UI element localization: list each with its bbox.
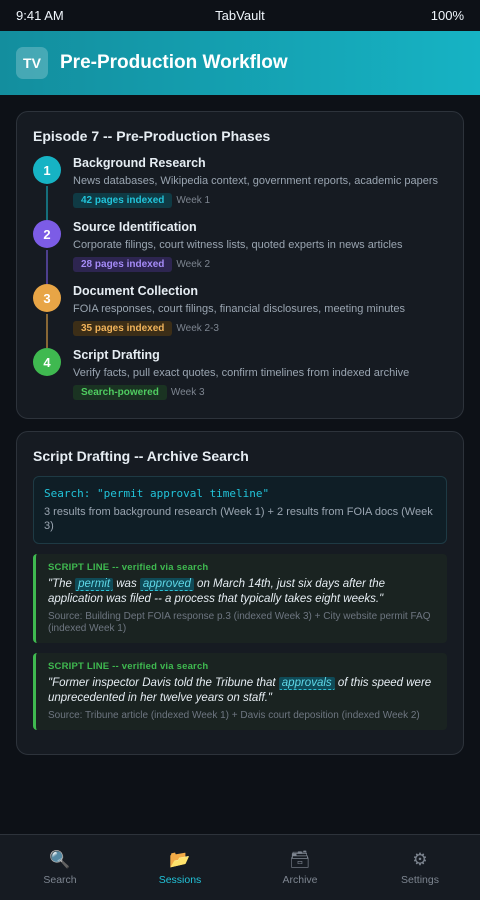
phases-card-title: Episode 7 -- Pre-Production Phases — [33, 128, 271, 144]
phase-number: 3 — [33, 284, 61, 312]
phase-item[interactable]: 4 Script Drafting Verify facts, pull exact… — [33, 348, 447, 404]
timeline-connector — [46, 250, 48, 284]
script-quote: "The permit was approved on March 14th, … — [48, 577, 435, 607]
phase-meta: 42 pages indexed Week 1 — [73, 193, 447, 208]
archive-search-card: Script Drafting -- Archive Search Search… — [16, 431, 464, 755]
phase-list: 1 Background Research News databases, Wiki… — [33, 156, 447, 404]
phase-number: 4 — [33, 348, 61, 376]
pages-indexed-badge: 28 pages indexed — [73, 257, 173, 272]
search-term-highlight: approved — [139, 578, 194, 591]
phase-body: Source Identification Corporate filings, … — [73, 220, 447, 272]
phase-item[interactable]: 1 Background Research News databases, Wiki… — [33, 156, 447, 220]
status-app-title: TabVault — [215, 8, 265, 23]
script-line-label: SCRIPT LINE -- verified via search — [48, 562, 209, 573]
timeline-connector — [46, 186, 48, 220]
phase-meta: 28 pages indexed Week 2 — [73, 257, 447, 272]
status-time: 9:41 AM — [16, 8, 64, 23]
app-logo: TV — [16, 47, 48, 79]
pages-indexed-badge: 42 pages indexed — [73, 193, 173, 208]
app-header: TV Pre-Production Workflow — [0, 31, 480, 95]
status-bar: 9:41 AM TabVault 100% — [0, 0, 480, 31]
phase-title: Background Research — [73, 156, 206, 170]
phase-marker: 3 — [33, 284, 61, 348]
phase-title: Document Collection — [73, 284, 199, 298]
phase-description: Verify facts, pull exact quotes, confirm… — [73, 367, 410, 379]
phase-body: Document Collection FOIA responses, court… — [73, 284, 447, 336]
script-quote: "Former inspector Davis told the Tribune… — [48, 676, 435, 706]
archive-search-title: Script Drafting -- Archive Search — [33, 448, 249, 464]
nav-label: Archive — [282, 873, 318, 886]
phase-marker: 1 — [33, 156, 61, 220]
phase-marker: 2 — [33, 220, 61, 284]
phase-week: Week 2-3 — [176, 323, 219, 334]
nav-label: Settings — [401, 873, 439, 886]
status-battery: 100% — [430, 8, 464, 23]
script-line-label: SCRIPT LINE -- verified via search — [48, 661, 209, 672]
nav-label: Sessions — [158, 873, 202, 886]
phase-description: Corporate filings, court witness lists, … — [73, 239, 403, 251]
script-source: Source: Building Dept FOIA response p.3 … — [48, 611, 431, 634]
archive-box-icon: 🗃 — [289, 849, 311, 869]
search-query-box[interactable]: Search: "permit approval timeline" 3 res… — [33, 476, 447, 544]
script-line-card[interactable]: SCRIPT LINE -- verified via search "Forme… — [33, 653, 447, 730]
phase-week: Week 1 — [176, 195, 211, 206]
quote-text: was — [113, 578, 140, 590]
phase-description: News databases, Wikipedia context, gover… — [73, 175, 439, 187]
quote-text: "Former inspector Davis told the Tribune… — [48, 677, 279, 689]
nav-label: Search — [43, 873, 77, 886]
phase-body: Script Drafting Verify facts, pull exact … — [73, 348, 447, 400]
page-title: Pre-Production Workflow — [60, 52, 288, 73]
phase-number: 1 — [33, 156, 61, 184]
search-term-highlight: approvals — [278, 677, 335, 690]
phase-title: Source Identification — [73, 220, 197, 234]
phase-meta: 35 pages indexed Week 2-3 — [73, 321, 447, 336]
search-icon: 🔍 — [49, 849, 71, 869]
phase-body: Background Research News databases, Wikip… — [73, 156, 447, 208]
search-query: Search: "permit approval timeline" — [44, 487, 270, 500]
phase-marker: 4 — [33, 348, 61, 400]
phase-title: Script Drafting — [73, 348, 160, 362]
search-term-highlight: permit — [75, 578, 114, 591]
script-line-card[interactable]: SCRIPT LINE -- verified via search "The p… — [33, 554, 447, 643]
pages-indexed-badge: 35 pages indexed — [73, 321, 173, 336]
folder-icon: 📂 — [169, 849, 191, 869]
timeline-connector — [46, 314, 48, 348]
phase-number: 2 — [33, 220, 61, 248]
quote-text: "The — [48, 578, 76, 590]
main-content: Episode 7 -- Pre-Production Phases 1 Back… — [0, 95, 480, 755]
pages-indexed-badge: Search-powered — [73, 385, 167, 400]
gear-icon: ⚙ — [412, 849, 428, 869]
search-results-summary: 3 results from background research (Week… — [44, 506, 433, 532]
phase-description: FOIA responses, court filings, financial… — [73, 303, 405, 315]
phase-item[interactable]: 2 Source Identification Corporate filings,… — [33, 220, 447, 284]
phase-week: Week 3 — [170, 387, 205, 398]
nav-tab-sessions[interactable]: 📂 Sessions — [120, 835, 240, 900]
phase-meta: Search-powered Week 3 — [73, 385, 447, 400]
nav-tab-archive[interactable]: 🗃 Archive — [240, 835, 360, 900]
nav-tab-search[interactable]: 🔍 Search — [0, 835, 120, 900]
script-lines: SCRIPT LINE -- verified via search "The p… — [33, 554, 447, 730]
phase-item[interactable]: 3 Document Collection FOIA responses, cour… — [33, 284, 447, 348]
phase-week: Week 2 — [176, 259, 211, 270]
phases-card: Episode 7 -- Pre-Production Phases 1 Back… — [16, 111, 464, 419]
script-source: Source: Tribune article (indexed Week 1)… — [48, 710, 420, 721]
bottom-nav: 🔍 Search 📂 Sessions 🗃 Archive ⚙ Settings — [0, 834, 480, 900]
nav-tab-settings[interactable]: ⚙ Settings — [360, 835, 480, 900]
